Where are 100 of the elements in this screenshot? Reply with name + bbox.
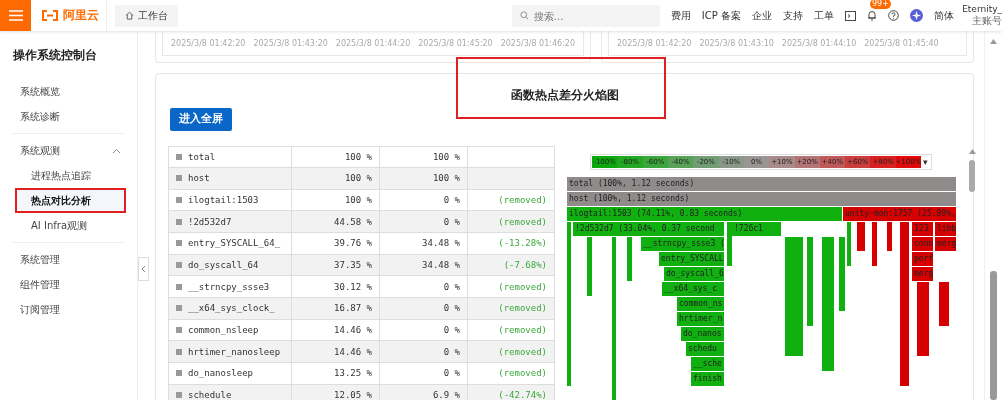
table-cell: 44.58 % (291, 210, 380, 233)
table-cell: (removed) (467, 210, 555, 233)
collapse-handle[interactable] (138, 257, 149, 281)
nav-link[interactable]: ICP 备案 (701, 8, 741, 23)
flame-frame[interactable]: merg (912, 266, 934, 281)
flame-frame[interactable]: merg (935, 236, 957, 251)
table-cell: 0 % (379, 362, 468, 385)
flame-frame[interactable]: libb (935, 221, 957, 236)
time-tick: 2025/3/8 01:44:20 (335, 38, 411, 48)
function-name: do_nanosleep (188, 368, 254, 379)
flame-frame[interactable]: __sche (691, 356, 725, 371)
square-icon (176, 262, 182, 269)
notification-button[interactable] (867, 10, 877, 21)
workbench-button[interactable]: 工作台 (115, 4, 178, 27)
logo-icon (41, 10, 59, 21)
function-name: ilogtail:1503 (188, 195, 259, 206)
table-cell: 100 % (379, 167, 468, 190)
square-icon (176, 305, 182, 312)
table-cell: 100 % (379, 146, 468, 168)
flame-frame[interactable]: total (100%, 1.12 seconds) (567, 176, 957, 191)
search-icon (519, 10, 529, 20)
sidebar-item[interactable]: 订阅管理 (8, 299, 124, 320)
sidebar-item[interactable]: 系统诊断 (8, 106, 124, 127)
nav-link[interactable]: 支持 (783, 8, 803, 23)
flame-frame[interactable]: !726c1 (732, 221, 782, 236)
table-cell: 0 % (379, 319, 468, 341)
sidebar-item[interactable]: 系统概览 (8, 81, 124, 102)
square-icon (176, 197, 182, 204)
function-name: total (188, 151, 216, 162)
table-cell: 100 % (291, 167, 380, 190)
flame-frame[interactable]: schedu (686, 341, 725, 356)
help-button[interactable] (888, 10, 899, 21)
square-icon (176, 218, 182, 225)
time-tick: 2025/3/8 01:42:20 (617, 38, 692, 48)
function-name: __strncpy_ssse3 (188, 281, 270, 292)
function-name: do_syscall_64 (188, 260, 259, 271)
flame-frame[interactable]: perf (912, 251, 934, 266)
sidebar-item[interactable]: 系统管理 (8, 249, 124, 270)
sidebar-subitem[interactable]: 进程热点追踪 (17, 165, 124, 186)
flame-frame[interactable]: unity-mon:1757 (25.89%, (843, 206, 957, 221)
scroll-up-icon (990, 39, 997, 44)
sidebar-item[interactable]: 组件管理 (8, 274, 124, 295)
flame-frame[interactable]: finish (691, 371, 725, 386)
legend-menu-button[interactable]: ▾ (921, 156, 931, 167)
table-cell: 100 % (291, 146, 380, 168)
scrollbar-thumb[interactable] (990, 270, 997, 400)
logo-text: 阿里云 (63, 7, 99, 24)
scrollbar-thumb[interactable] (969, 159, 975, 192)
time-tick: 2025/3/8 01:46:20 (500, 38, 576, 48)
flame-frame[interactable]: conn (912, 236, 934, 251)
avatar-button[interactable] (910, 9, 923, 22)
sidebar-subitem[interactable]: AI Infra观测 (17, 215, 124, 236)
table-cell: (removed) (467, 275, 555, 298)
sidebar-subitem[interactable]: 热点对比分析 (17, 190, 124, 211)
flame-frame[interactable]: !2d532d7 (33.04%, 0.37 second (573, 221, 725, 236)
function-name: entry_SYSCALL_64_ (188, 238, 281, 249)
time-tick: 2025/3/8 01:43:10 (699, 38, 774, 48)
flame-frame[interactable]: do_nanos (681, 326, 725, 341)
nav-link[interactable]: 企业 (752, 8, 772, 23)
help-icon (888, 10, 899, 21)
time-tick: 2025/3/8 01:42:20 (171, 38, 246, 48)
flame-frame[interactable]: 123 (912, 221, 934, 236)
table-cell: (removed) (467, 319, 555, 341)
nav-link[interactable]: 费用 (670, 8, 691, 23)
flame-frame[interactable]: host (100%, 1.12 seconds) (567, 191, 957, 206)
search-field[interactable]: 搜索... (511, 5, 660, 27)
square-icon (176, 348, 182, 355)
table-cell: (-13.28%) (467, 232, 555, 255)
flame-frame[interactable]: common_ns (677, 296, 725, 311)
chart-title: 函数热点差分火焰图 (510, 88, 619, 104)
chevron-icon (112, 147, 121, 154)
table-cell: 14.46 % (291, 319, 380, 341)
table-cell: 34.48 % (379, 232, 468, 255)
table-cell: (removed) (467, 362, 555, 385)
scroll-up-icon (968, 148, 976, 154)
table-cell: (removed) (467, 297, 555, 320)
flame-frame[interactable]: __strncpy_ssse3 ( (641, 236, 725, 251)
terminal-button[interactable] (845, 10, 856, 21)
time-tick: 2025/3/8 01:45:40 (864, 38, 939, 48)
table-cell: 100 % (291, 189, 380, 211)
table-cell: 39.76 % (291, 232, 380, 255)
menu-button[interactable] (0, 0, 31, 31)
language-link[interactable]: 简体 (934, 8, 954, 23)
sidebar-item[interactable]: 系统观测 (8, 140, 124, 161)
table-cell: (-7.68%) (467, 254, 555, 276)
flame-frame[interactable]: __x64_sys_c (662, 281, 725, 296)
table-cell: 0 % (379, 275, 468, 298)
notification-badge: 99+ (870, 0, 891, 9)
flame-frame[interactable]: ilogtail:1503 (74.11%, 0.83 seconds) (567, 206, 843, 221)
fullscreen-button[interactable]: 进入全屏 (170, 107, 232, 131)
time-tick: 2025/3/8 01:45:20 (418, 38, 493, 48)
nav-link[interactable]: 工单 (814, 8, 834, 23)
flame-frame[interactable]: hrtimer_n (677, 311, 725, 326)
account-role: 主账号 (972, 14, 1002, 28)
square-icon (176, 327, 182, 334)
table-cell: 0 % (379, 340, 468, 363)
flame-frame[interactable]: do_syscall_6 (664, 266, 725, 281)
function-name: schedule (188, 390, 232, 400)
flame-frame[interactable]: entry_SYSCALL (659, 251, 725, 266)
account-name[interactable]: Eternity_ (962, 3, 1002, 14)
